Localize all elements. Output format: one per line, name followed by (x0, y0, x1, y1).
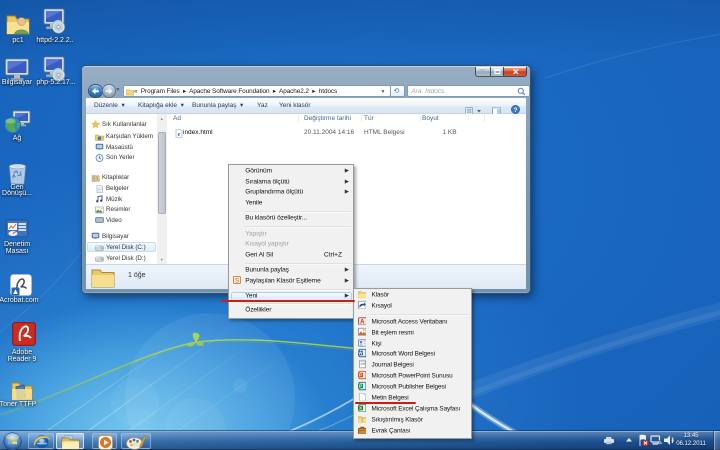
svg-text:X: X (358, 405, 361, 410)
svg-text:P: P (358, 384, 361, 389)
svg-text:e: e (177, 132, 180, 138)
svg-text:?: ? (514, 107, 518, 114)
svg-text:P: P (358, 373, 361, 378)
svg-text:A: A (360, 319, 365, 325)
svg-text:S: S (234, 278, 238, 284)
